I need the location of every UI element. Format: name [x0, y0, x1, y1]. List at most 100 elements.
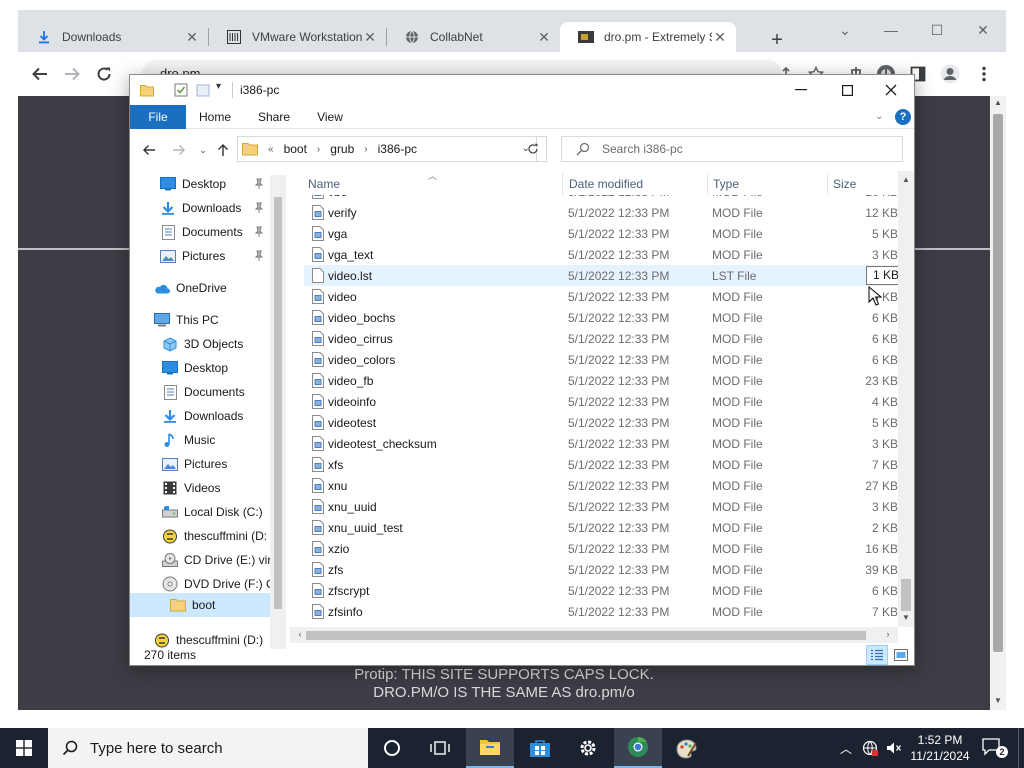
tab-share[interactable]: Share — [248, 105, 300, 129]
tab-file[interactable]: File — [130, 105, 186, 129]
details-view-icon[interactable] — [866, 645, 888, 665]
table-row[interactable]: zfsinfo 5/1/2022 12:33 PM MOD File 7 KB — [304, 601, 898, 622]
table-row[interactable]: vga 5/1/2022 12:33 PM MOD File 5 KB — [304, 223, 898, 244]
maximize-button[interactable] — [824, 79, 870, 101]
page-scrollbar[interactable]: ▲ ▼ — [990, 96, 1006, 710]
large-icons-view-icon[interactable] — [890, 645, 912, 665]
settings-icon[interactable] — [564, 728, 612, 768]
nav-item-this-pc[interactable]: This PC — [154, 309, 219, 331]
nav-item-thescuffmini-d[interactable]: thescuffmini (D: — [162, 525, 267, 547]
table-row[interactable]: xnu 5/1/2022 12:33 PM MOD File 27 KB — [304, 475, 898, 496]
scroll-up-icon[interactable]: ▲ — [898, 175, 914, 184]
nav-item-local-disk[interactable]: Local Disk (C:) — [162, 501, 263, 523]
chevron-right-icon[interactable]: › — [317, 144, 320, 155]
forward-button[interactable] — [170, 141, 188, 159]
close-icon[interactable]: ✕ — [362, 29, 378, 46]
breadcrumb-overflow[interactable]: « — [268, 144, 274, 155]
table-row[interactable]: xzio 5/1/2022 12:33 PM MOD File 16 KB — [304, 538, 898, 559]
cortana-icon[interactable] — [368, 728, 416, 768]
recent-locations-icon[interactable]: ⌄ — [194, 141, 212, 159]
volume-muted-icon[interactable] — [886, 740, 902, 756]
nav-item-desktop[interactable]: Desktop — [162, 357, 228, 379]
breadcrumb[interactable]: « boot › grub › i386-pc ⌄ — [237, 136, 537, 162]
table-row[interactable]: video_fb 5/1/2022 12:33 PM MOD File 23 KB — [304, 370, 898, 391]
nav-item-documents[interactable]: Documents — [162, 381, 245, 403]
chrome-icon[interactable] — [614, 728, 662, 768]
scroll-down-icon[interactable]: ▼ — [898, 613, 914, 622]
nav-item-videos[interactable]: Videos — [162, 477, 220, 499]
show-desktop-button[interactable] — [1018, 728, 1024, 768]
table-row[interactable]: zfs 5/1/2022 12:33 PM MOD File 39 KB — [304, 559, 898, 580]
nav-item-pictures-pinned[interactable]: Pictures — [160, 245, 264, 267]
tab-vmware[interactable]: VMware Workstation ✕ — [208, 22, 386, 52]
close-icon[interactable]: ✕ — [536, 29, 552, 46]
network-icon[interactable] — [862, 740, 878, 756]
table-row[interactable]: xnu_uuid_test 5/1/2022 12:33 PM MOD File 2 … — [304, 517, 898, 538]
notification-center-button[interactable]: 2 — [982, 738, 1008, 758]
table-row[interactable]: video_bochs 5/1/2022 12:33 PM MOD File 6 KB — [304, 307, 898, 328]
avatar[interactable] — [940, 64, 960, 84]
nav-item-3d-objects[interactable]: 3D Objects — [162, 333, 243, 355]
chevron-right-icon[interactable]: › — [364, 144, 367, 155]
table-row[interactable]: xnu_uuid 5/1/2022 12:33 PM MOD File 3 KB — [304, 496, 898, 517]
table-row[interactable]: videotest_checksum 5/1/2022 12:33 PM MOD F… — [304, 433, 898, 454]
nav-item-pictures[interactable]: Pictures — [162, 453, 227, 475]
forward-button[interactable] — [60, 62, 84, 86]
table-row[interactable]: zfscrypt 5/1/2022 12:33 PM MOD File 6 KB — [304, 580, 898, 601]
taskbar-search-input[interactable]: Type here to search — [48, 728, 368, 768]
nav-item-boot[interactable]: boot — [130, 593, 270, 617]
file-explorer-icon[interactable] — [466, 728, 514, 768]
new-folder-icon[interactable] — [196, 83, 210, 97]
scroll-down-icon[interactable]: ▼ — [990, 696, 1006, 705]
properties-icon[interactable] — [174, 83, 188, 97]
close-button[interactable] — [868, 79, 914, 101]
store-icon[interactable] — [516, 728, 564, 768]
customize-quick-access-icon[interactable]: ▾ — [216, 81, 230, 95]
help-button[interactable]: ? — [895, 109, 911, 125]
table-row[interactable]: xfs 5/1/2022 12:33 PM MOD File 7 KB — [304, 454, 898, 475]
paint-icon[interactable] — [662, 728, 710, 768]
scrollbar-thumb[interactable] — [993, 114, 1003, 652]
nav-item-downloads-pinned[interactable]: Downloads — [160, 197, 264, 219]
navigation-scrollbar[interactable] — [270, 175, 286, 649]
tab-collabnet[interactable]: CollabNet ✕ — [386, 22, 560, 52]
nav-item-desktop-pinned[interactable]: Desktop — [160, 173, 264, 195]
column-date-modified[interactable]: Date modified — [569, 177, 643, 191]
table-row[interactable]: videotest 5/1/2022 12:33 PM MOD File 5 KB — [304, 412, 898, 433]
scrollbar-thumb[interactable] — [274, 197, 282, 609]
scrollbar-thumb[interactable] — [901, 579, 911, 611]
nav-item-downloads[interactable]: Downloads — [162, 405, 243, 427]
up-button[interactable] — [214, 141, 232, 159]
start-button[interactable] — [0, 728, 48, 768]
refresh-button[interactable] — [519, 136, 547, 162]
scroll-up-icon[interactable]: ▲ — [990, 98, 1006, 107]
search-input[interactable]: Search i386-pc — [561, 136, 903, 162]
column-name[interactable]: Name — [308, 177, 340, 191]
table-row[interactable]: video_colors 5/1/2022 12:33 PM MOD File 6 K… — [304, 349, 898, 370]
file-list-vertical-scrollbar[interactable]: ▲ ▼ — [898, 171, 914, 627]
menu-kebab-icon[interactable] — [974, 64, 994, 84]
back-button[interactable] — [28, 62, 52, 86]
close-button[interactable]: ✕ — [968, 22, 998, 39]
nav-item-documents-pinned[interactable]: Documents — [160, 221, 264, 243]
nav-item-onedrive[interactable]: OneDrive — [154, 277, 227, 299]
nav-item-music[interactable]: Music — [162, 429, 215, 451]
table-row[interactable]: video 5/1/2022 12:33 PM MOD File 3 KB — [304, 286, 898, 307]
system-clock[interactable]: 1:52 PM 11/21/2024 — [908, 732, 972, 764]
file-list-horizontal-scrollbar[interactable]: ‹ › — [290, 627, 898, 643]
minimize-button[interactable] — [778, 79, 824, 101]
table-row[interactable]: video.lst 5/1/2022 12:33 PM LST File 1 KB — [304, 265, 898, 286]
tab-dro-pm[interactable]: dro.pm - Extremely Sh ✕ — [560, 22, 736, 52]
close-icon[interactable]: ✕ — [712, 29, 728, 46]
breadcrumb-boot[interactable]: boot — [284, 142, 307, 156]
minimize-button[interactable]: — — [876, 22, 906, 38]
task-view-icon[interactable] — [416, 728, 464, 768]
column-type[interactable]: Type — [713, 177, 739, 191]
reload-button[interactable] — [92, 62, 116, 86]
maximize-button[interactable]: ☐ — [922, 22, 952, 39]
tab-downloads[interactable]: Downloads ✕ — [18, 22, 208, 52]
nav-item-cd-drive[interactable]: CD Drive (E:) virt — [162, 549, 275, 571]
table-row[interactable]: video_cirrus 5/1/2022 12:33 PM MOD File 6 K… — [304, 328, 898, 349]
tab-view[interactable]: View — [306, 105, 354, 129]
table-row[interactable]: videoinfo 5/1/2022 12:33 PM MOD File 4 KB — [304, 391, 898, 412]
